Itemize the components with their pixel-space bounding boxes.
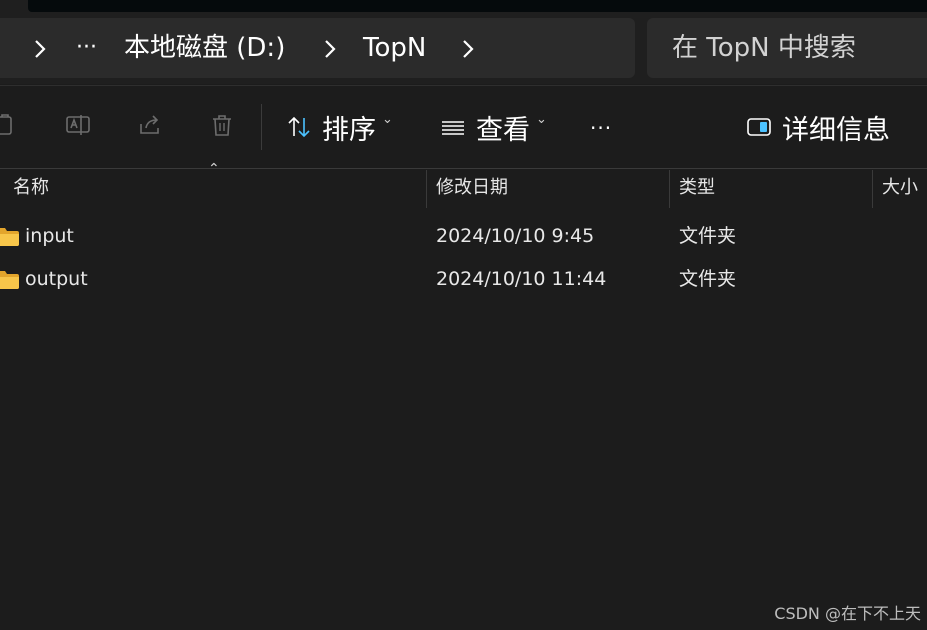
file-name: output	[25, 268, 88, 290]
chevron-right-icon[interactable]	[458, 38, 478, 60]
chevron-down-icon: ⌄	[536, 111, 547, 127]
more-options-button[interactable]: ···	[590, 116, 612, 140]
command-separator	[261, 104, 262, 150]
address-row: ··· 本地磁盘 (D:) TopN 在 TopN 中搜索	[0, 18, 927, 84]
breadcrumb-overflow[interactable]: ···	[76, 18, 97, 78]
details-pane-icon	[747, 118, 771, 136]
sort-icon	[288, 116, 310, 138]
search-placeholder: 在 TopN 中搜索	[672, 33, 856, 63]
sort-button[interactable]: 排序 ⌄	[286, 100, 393, 154]
view-button[interactable]: 查看 ⌄	[440, 100, 547, 154]
view-label: 查看	[476, 114, 530, 146]
breadcrumb-item-topn[interactable]: TopN	[363, 18, 426, 78]
column-header-size[interactable]: 大小	[882, 168, 918, 208]
folder-icon	[0, 271, 19, 289]
column-header-name[interactable]: 名称	[13, 168, 49, 208]
share-icon[interactable]	[137, 112, 163, 138]
title-bar	[0, 0, 927, 18]
copy-icon[interactable]	[0, 112, 20, 138]
column-resize-handle[interactable]	[669, 170, 670, 208]
trash-icon[interactable]	[209, 112, 235, 138]
file-modified: 2024/10/10 11:44	[436, 268, 607, 290]
file-name: input	[25, 225, 74, 247]
file-modified: 2024/10/10 9:45	[436, 225, 595, 247]
details-label: 详细信息	[782, 114, 890, 146]
breadcrumb-item-drive[interactable]: 本地磁盘 (D:)	[124, 18, 285, 78]
column-header-type[interactable]: 类型	[679, 168, 715, 208]
column-resize-handle[interactable]	[426, 170, 427, 208]
column-resize-handle[interactable]	[872, 170, 873, 208]
chevron-right-icon[interactable]	[320, 38, 340, 60]
breadcrumb[interactable]: ··· 本地磁盘 (D:) TopN	[0, 18, 635, 78]
watermark: CSDN @在下不上天	[774, 604, 921, 623]
tab-strip	[28, 0, 927, 12]
file-type: 文件夹	[679, 268, 737, 290]
command-bar: 排序 ⌄ 查看 ⌄ ··· 详细信息	[0, 85, 927, 169]
column-header-modified[interactable]: 修改日期	[436, 168, 508, 208]
details-pane-button[interactable]: 详细信息	[746, 100, 890, 154]
file-row[interactable]: output 2024/10/10 11:44 文件夹	[0, 258, 927, 300]
chevron-down-icon: ⌄	[382, 111, 393, 127]
sort-ascending-indicator: ⌃	[208, 161, 220, 177]
rename-icon[interactable]	[65, 112, 91, 138]
file-row[interactable]: input 2024/10/10 9:45 文件夹	[0, 215, 927, 257]
sort-label: 排序	[322, 114, 376, 146]
file-type: 文件夹	[679, 225, 737, 247]
folder-icon	[0, 228, 19, 246]
chevron-right-icon[interactable]	[30, 38, 50, 60]
search-input[interactable]: 在 TopN 中搜索	[647, 18, 927, 78]
view-list-icon	[442, 121, 464, 135]
file-explorer-window: ··· 本地磁盘 (D:) TopN 在 TopN 中搜索 排序 ⌄ 查看 ⌄ …	[0, 0, 927, 630]
